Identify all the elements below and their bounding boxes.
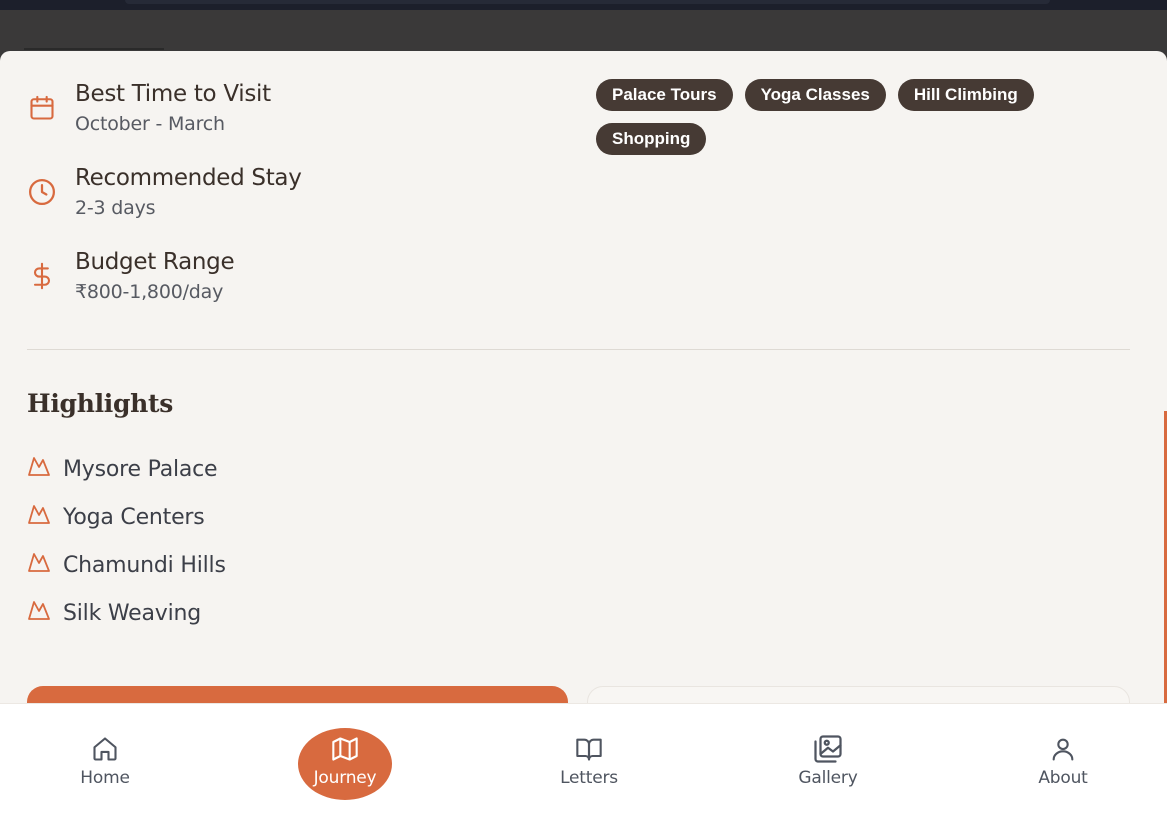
mountain-icon <box>27 550 51 574</box>
tag-palace-tours[interactable]: Palace Tours <box>596 79 733 111</box>
nav-label: Letters <box>560 768 618 788</box>
top-bar-strip <box>125 0 1050 4</box>
mountain-icon <box>27 502 51 526</box>
dollar-icon <box>27 261 57 291</box>
nav-label: About <box>1038 768 1088 788</box>
bottom-navigation: Home Journey Letters Gallery About <box>0 703 1167 824</box>
calendar-icon <box>27 93 57 123</box>
info-value: 2-3 days <box>75 197 156 219</box>
user-icon <box>1048 734 1078 764</box>
tag-hill-climbing[interactable]: Hill Climbing <box>897 79 1034 111</box>
mountain-icon <box>27 598 51 622</box>
highlight-label: Mysore Palace <box>63 456 218 482</box>
list-item: Yoga Centers <box>27 493 226 541</box>
info-label: Budget Range <box>75 249 235 275</box>
nav-letters[interactable]: Letters <box>509 704 669 824</box>
map-icon <box>330 734 360 764</box>
nav-journey[interactable]: Journey <box>265 704 425 824</box>
list-item: Silk Weaving <box>27 589 226 637</box>
tag-yoga-classes[interactable]: Yoga Classes <box>744 79 886 111</box>
nav-label: Journey <box>313 768 377 788</box>
destination-detail-sheet: Best Time to Visit October - March Recom… <box>0 51 1167 711</box>
highlights-list: Mysore Palace Yoga Centers Chamundi Hill… <box>27 445 226 637</box>
list-item: Mysore Palace <box>27 445 226 493</box>
highlight-label: Yoga Centers <box>63 504 205 530</box>
activity-tags: Palace Tours Yoga Classes Hill Climbing … <box>596 79 1076 155</box>
info-label: Recommended Stay <box>75 165 302 191</box>
highlight-label: Silk Weaving <box>63 600 202 626</box>
book-icon <box>574 734 604 764</box>
nav-home[interactable]: Home <box>25 704 185 824</box>
nav-label: Home <box>80 768 130 788</box>
info-value: ₹800-1,800/day <box>75 281 224 303</box>
nav-gallery[interactable]: Gallery <box>748 704 908 824</box>
mountain-icon <box>27 454 51 478</box>
nav-about[interactable]: About <box>983 704 1143 824</box>
highlights-heading: Highlights <box>27 389 174 418</box>
info-budget-range: Budget Range ₹800-1,800/day <box>27 247 235 307</box>
info-recommended-stay: Recommended Stay 2-3 days <box>27 163 302 223</box>
background-content-peek <box>24 40 174 50</box>
nav-label: Gallery <box>798 768 858 788</box>
highlight-label: Chamundi Hills <box>63 552 226 578</box>
info-value: October - March <box>75 113 225 135</box>
list-item: Chamundi Hills <box>27 541 226 589</box>
section-divider <box>27 349 1130 350</box>
info-label: Best Time to Visit <box>75 81 271 107</box>
info-best-time: Best Time to Visit October - March <box>27 79 271 139</box>
home-icon <box>90 734 120 764</box>
images-icon <box>813 734 843 764</box>
clock-icon <box>27 177 57 207</box>
tag-shopping[interactable]: Shopping <box>596 123 707 155</box>
browser-top-bar <box>0 0 1167 10</box>
